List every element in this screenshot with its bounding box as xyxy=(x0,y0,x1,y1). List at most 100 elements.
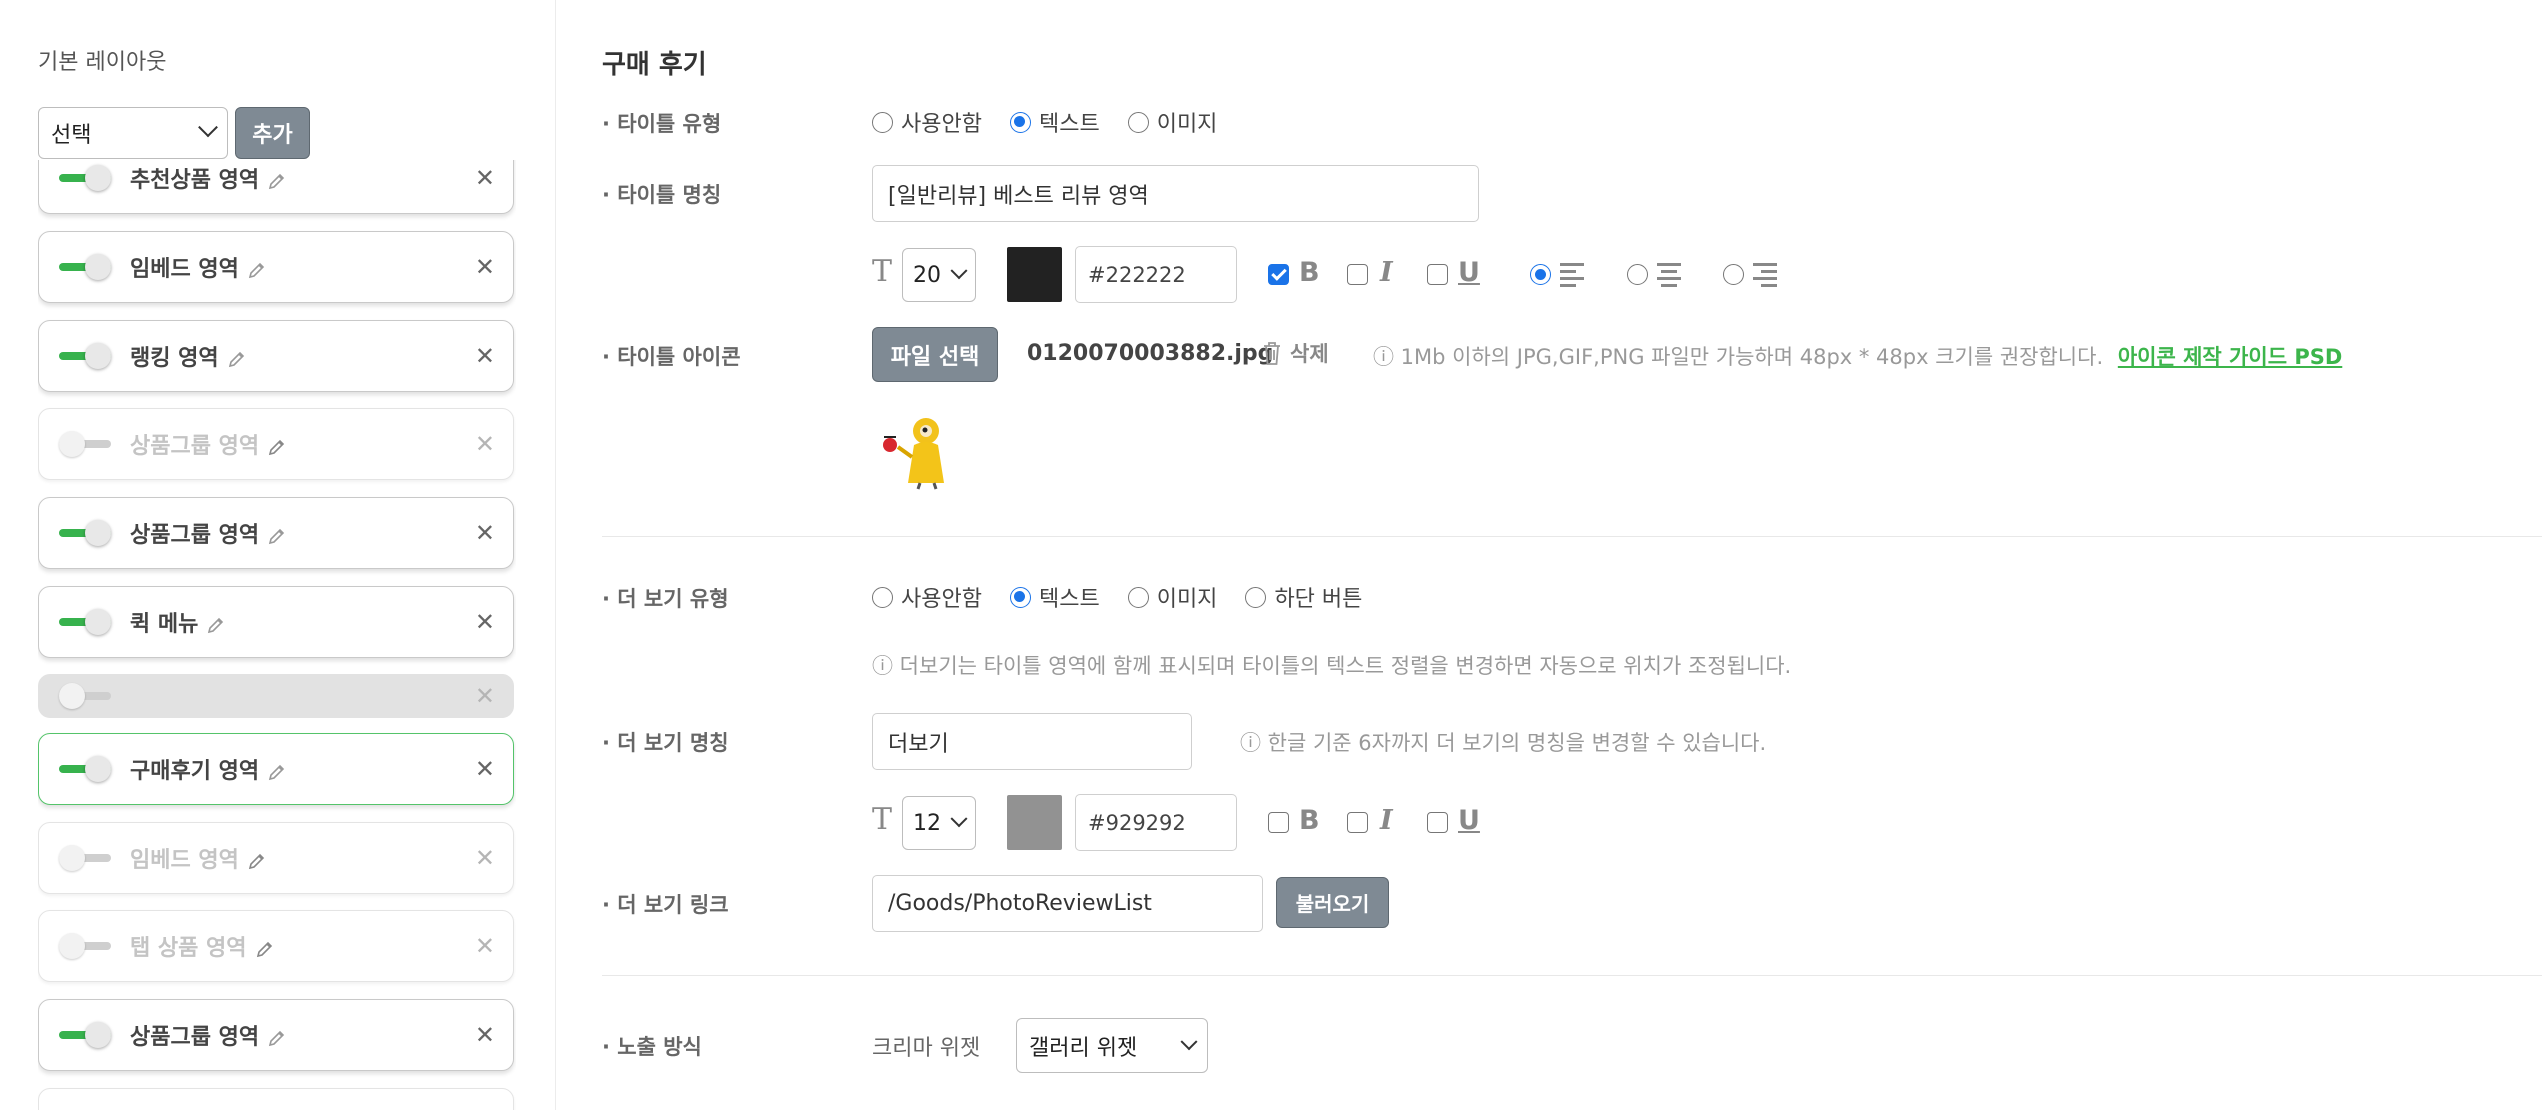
module-item-placeholder[interactable]: ✕ xyxy=(38,674,514,718)
widget-type-value: 갤러리 위젯 xyxy=(1029,1035,1138,1061)
add-module-button[interactable]: 추가 xyxy=(235,107,310,159)
more-underline-checkbox[interactable] xyxy=(1427,812,1448,833)
widget-type-select[interactable]: 갤러리 위젯 xyxy=(1016,1018,1208,1073)
module-type-select[interactable]: 선택 xyxy=(38,107,228,159)
module-item[interactable]: 퀵 메뉴 ✕ xyxy=(38,586,514,658)
module-toggle[interactable] xyxy=(59,254,111,280)
module-label: 구매후기 영역 xyxy=(130,753,287,785)
more-type-label: · 더 보기 유형 xyxy=(602,587,729,611)
more-color-swatch[interactable] xyxy=(1007,795,1062,850)
module-toggle[interactable] xyxy=(59,431,111,457)
module-toggle[interactable] xyxy=(59,756,111,782)
module-label: 퀵 메뉴 xyxy=(130,606,226,638)
more-bold-checkbox[interactable] xyxy=(1268,812,1289,833)
module-label: 임베드 영역 xyxy=(130,842,267,874)
title-name-input[interactable]: [일반리뷰] 베스트 리뷰 영역 xyxy=(872,165,1479,222)
module-toggle[interactable] xyxy=(59,933,111,959)
remove-module-icon[interactable]: ✕ xyxy=(475,164,495,192)
more-italic-checkbox[interactable] xyxy=(1347,812,1368,833)
more-name-input[interactable]: 더보기 xyxy=(872,713,1192,770)
remove-module-icon[interactable]: ✕ xyxy=(475,519,495,547)
more-type-none-radio[interactable]: 사용안함 xyxy=(872,581,982,613)
remove-module-icon[interactable]: ✕ xyxy=(475,844,495,872)
module-item[interactable]: 임베드 영역 ✕ xyxy=(38,231,514,303)
italic-icon: I xyxy=(1380,257,1393,288)
module-toggle[interactable] xyxy=(59,1022,111,1048)
settings-panel: 구매 후기 · 타이틀 유형 사용안함 텍스트 이미지 · 타이틀 명칭 [일반… xyxy=(600,0,2542,1110)
more-font-size-select[interactable]: 12 xyxy=(902,796,976,850)
module-label: 상품그룹 영역 xyxy=(130,428,287,460)
chevron-down-icon xyxy=(198,117,218,138)
more-name-label: · 더 보기 명칭 xyxy=(602,731,729,755)
more-link-label: · 더 보기 링크 xyxy=(602,893,729,917)
module-toggle[interactable] xyxy=(59,683,111,709)
module-label: 상품그룹 영역 xyxy=(130,517,287,549)
display-method-sublabel: 크리마 위젯 xyxy=(872,1036,981,1061)
more-type-radio-group: 사용안함 텍스트 이미지 하단 버튼 xyxy=(872,581,1390,613)
section-divider xyxy=(602,536,2542,537)
module-item-partial[interactable] xyxy=(38,1088,514,1110)
title-font-size-select[interactable]: 20 xyxy=(902,248,976,302)
module-item[interactable]: 탭 상품 영역 ✕ xyxy=(38,910,514,982)
load-link-button[interactable]: 불러오기 xyxy=(1276,877,1389,928)
more-color-input[interactable]: #929292 xyxy=(1075,794,1237,851)
title-align-right-radio[interactable] xyxy=(1723,264,1744,285)
more-type-text-radio[interactable]: 텍스트 xyxy=(1009,581,1100,613)
title-align-center-radio[interactable] xyxy=(1627,264,1648,285)
remove-module-icon[interactable]: ✕ xyxy=(475,253,495,281)
remove-module-icon[interactable]: ✕ xyxy=(475,342,495,370)
icon-guide-link[interactable]: 아이콘 제작 가이드 PSD xyxy=(2118,345,2342,369)
module-toggle[interactable] xyxy=(59,520,111,546)
delete-file-button[interactable]: 삭제 xyxy=(1260,338,1329,368)
more-link-input[interactable]: /Goods/PhotoReviewList xyxy=(872,875,1263,932)
remove-module-icon[interactable]: ✕ xyxy=(475,755,495,783)
title-font-size-value: 20 xyxy=(913,262,941,288)
module-label: 추천상품 영역 xyxy=(130,162,287,194)
module-toggle[interactable] xyxy=(59,343,111,369)
display-method-label: · 노출 방식 xyxy=(602,1035,702,1059)
remove-module-icon[interactable]: ✕ xyxy=(475,682,495,710)
module-toggle[interactable] xyxy=(59,845,111,871)
title-color-swatch[interactable] xyxy=(1007,247,1062,302)
title-align-left-radio[interactable] xyxy=(1530,264,1551,285)
layout-sidebar: 기본 레이아웃 선택 추가 추천상품 영역 ✕ 임베드 영역 ✕ 랭킹 영역 ✕… xyxy=(0,0,556,1110)
title-italic-checkbox[interactable] xyxy=(1347,264,1368,285)
module-item-selected[interactable]: 구매후기 영역 ✕ xyxy=(38,733,514,805)
pencil-icon xyxy=(269,528,285,545)
more-type-image-radio[interactable]: 이미지 xyxy=(1127,581,1217,613)
trash-icon xyxy=(1264,342,1280,365)
module-item[interactable]: 상품그룹 영역 ✕ xyxy=(38,497,514,569)
sidebar-title: 기본 레이아웃 xyxy=(38,50,167,75)
title-underline-checkbox[interactable] xyxy=(1427,264,1448,285)
more-type-info: ⓘ 더보기는 타이틀 영역에 함께 표시되며 타이틀의 텍스트 정렬을 변경하면… xyxy=(872,654,1792,678)
remove-module-icon[interactable]: ✕ xyxy=(475,932,495,960)
module-item[interactable]: 임베드 영역 ✕ xyxy=(38,822,514,894)
remove-module-icon[interactable]: ✕ xyxy=(475,1021,495,1049)
pencil-icon xyxy=(256,941,272,958)
title-type-image-radio[interactable]: 이미지 xyxy=(1127,106,1217,138)
module-list: 추천상품 영역 ✕ 임베드 영역 ✕ 랭킹 영역 ✕ 상품그룹 영역 ✕ 상품그… xyxy=(38,160,516,1110)
module-item[interactable]: 추천상품 영역 ✕ xyxy=(38,160,514,214)
pencil-icon xyxy=(208,617,224,634)
remove-module-icon[interactable]: ✕ xyxy=(475,608,495,636)
pencil-icon xyxy=(248,853,265,870)
module-item[interactable]: 상품그룹 영역 ✕ xyxy=(38,999,514,1071)
module-item[interactable]: 랭킹 영역 ✕ xyxy=(38,320,514,392)
title-bold-checkbox[interactable] xyxy=(1268,264,1289,285)
chevron-down-icon xyxy=(950,810,968,828)
more-name-info: ⓘ 한글 기준 6자까지 더 보기의 명칭을 변경할 수 있습니다. xyxy=(1240,731,1767,755)
module-item[interactable]: 상품그룹 영역 ✕ xyxy=(38,408,514,480)
file-select-button[interactable]: 파일 선택 xyxy=(872,327,998,382)
remove-module-icon[interactable]: ✕ xyxy=(475,430,495,458)
font-size-icon: T xyxy=(872,254,893,289)
title-icon-preview xyxy=(872,407,960,492)
italic-icon: I xyxy=(1380,805,1393,836)
title-icon-info: ⓘ 1Mb 이하의 JPG,GIF,PNG 파일만 가능하며 48px * 48… xyxy=(1373,345,2343,369)
module-toggle[interactable] xyxy=(59,165,111,191)
title-color-input[interactable]: #222222 xyxy=(1075,246,1237,303)
module-toggle[interactable] xyxy=(59,609,111,635)
title-type-none-radio[interactable]: 사용안함 xyxy=(872,106,982,138)
more-type-bottom-button-radio[interactable]: 하단 버튼 xyxy=(1245,581,1362,613)
title-type-text-radio[interactable]: 텍스트 xyxy=(1009,106,1100,138)
title-type-radio-group: 사용안함 텍스트 이미지 xyxy=(872,106,1245,138)
